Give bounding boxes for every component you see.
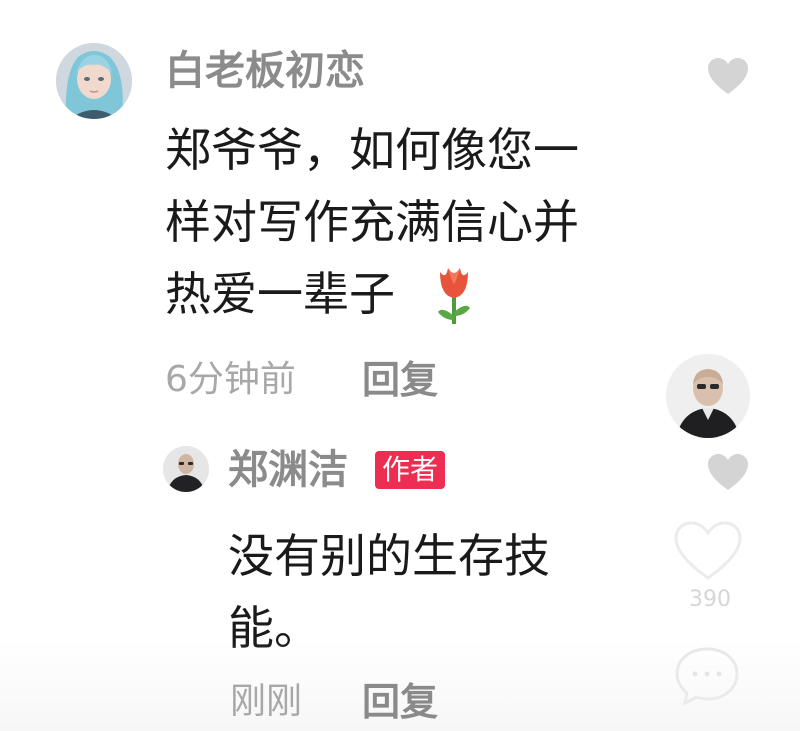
- reply-button[interactable]: 回复: [362, 358, 438, 402]
- reply-reply-button[interactable]: 回复: [362, 680, 438, 724]
- reply-text: 没有别的生存技 能。: [228, 529, 550, 655]
- video-like-heart-icon[interactable]: [672, 520, 744, 582]
- comment-thread: 白老板初恋 郑爷爷，如何像您一 样对写作充满信心并 热爱一辈子 6分钟前 回复: [0, 0, 800, 731]
- author-profile-avatar[interactable]: [666, 354, 750, 438]
- like-heart-icon[interactable]: [706, 56, 750, 96]
- commenter-username[interactable]: 白老板初恋: [165, 47, 365, 95]
- comment-text: 郑爷爷，如何像您一 样对写作充满信心并 热爱一辈子: [165, 123, 579, 321]
- video-comment-icon[interactable]: [673, 645, 741, 707]
- replier-username[interactable]: 郑渊洁: [228, 446, 348, 494]
- commenter-avatar[interactable]: [56, 43, 132, 119]
- replier-avatar[interactable]: [163, 446, 209, 492]
- tulip-emoji: [432, 262, 476, 326]
- author-badge: 作者: [375, 451, 446, 489]
- video-like-count: 390: [689, 587, 731, 612]
- reply-timestamp: 刚刚: [230, 681, 303, 722]
- reply-like-heart-icon[interactable]: [706, 452, 750, 492]
- comment-timestamp: 6分钟前: [165, 359, 296, 400]
